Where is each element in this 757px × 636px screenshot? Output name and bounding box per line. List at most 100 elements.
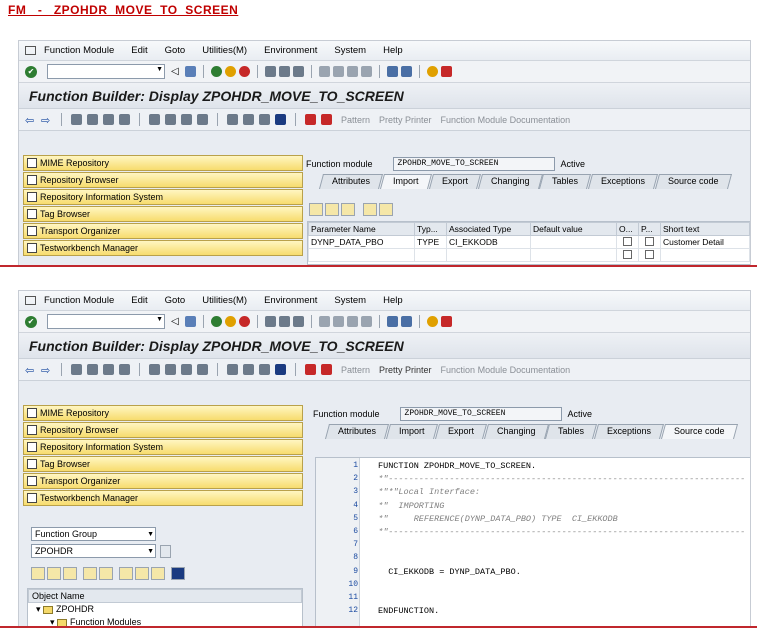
col-parameter-name[interactable]: Parameter Name [308, 222, 415, 236]
code-line[interactable]: 2 *"-------------------------------------… [316, 473, 750, 485]
new-session-icon[interactable] [387, 316, 398, 327]
print-icon[interactable] [265, 316, 276, 327]
menu-goto[interactable]: Goto [165, 45, 186, 56]
pattern-icon[interactable] [305, 364, 316, 375]
save-icon[interactable] [185, 66, 196, 77]
chevron-down-icon[interactable]: ▼ [156, 66, 163, 73]
code-line[interactable]: 10 [316, 579, 750, 591]
code-line[interactable]: 3 *"*"Local Interface: [316, 486, 750, 498]
code-text[interactable]: *"*"Local Interface: [378, 486, 480, 498]
tab-import[interactable]: Import [380, 174, 432, 189]
copy-icon[interactable] [325, 203, 339, 216]
window-menu-icon[interactable] [25, 46, 36, 55]
cancel-icon[interactable] [239, 66, 250, 77]
expand-icon[interactable] [83, 567, 97, 580]
pattern-icon[interactable] [305, 114, 316, 125]
menu-edit[interactable]: Edit [131, 45, 147, 56]
shortcut-icon[interactable] [401, 66, 412, 77]
menu-goto[interactable]: Goto [165, 295, 186, 306]
last-page-icon[interactable] [361, 66, 372, 77]
menu-environment[interactable]: Environment [264, 295, 317, 306]
code-text[interactable]: *"--------------------------------------… [378, 526, 745, 538]
nav-forward-icon[interactable] [47, 567, 61, 580]
exit-icon[interactable] [225, 316, 236, 327]
code-line[interactable]: 5 *" REFERENCE(DYNP_DATA_PBO) TYPE CI_EKK… [316, 513, 750, 525]
cancel-icon[interactable] [239, 316, 250, 327]
menu-function-module[interactable]: Function Module [44, 295, 114, 306]
pattern-button[interactable]: Pattern [341, 365, 370, 375]
tab-exceptions[interactable]: Exceptions [588, 174, 659, 189]
col-short-text[interactable]: Short text [660, 222, 750, 236]
activate-icon[interactable] [119, 364, 130, 375]
object-list-icon[interactable] [181, 364, 192, 375]
menu-environment[interactable]: Environment [264, 45, 317, 56]
param-name-cell[interactable]: DYNP_DATA_PBO [308, 235, 415, 249]
back-arrow-icon[interactable]: ⇦ [25, 364, 36, 377]
display-change-icon[interactable] [71, 114, 82, 125]
display-object-icon[interactable] [160, 544, 171, 558]
code-text[interactable]: FUNCTION ZPOHDR_MOVE_TO_SCREEN. [378, 460, 536, 472]
col-pass-value[interactable]: P... [638, 222, 661, 236]
menu-function-module[interactable]: Function Module [44, 45, 114, 56]
other-object-icon[interactable] [87, 114, 98, 125]
last-page-icon[interactable] [361, 316, 372, 327]
collapse-icon[interactable] [99, 567, 113, 580]
first-page-icon[interactable] [319, 316, 330, 327]
nav-up-icon[interactable] [63, 567, 77, 580]
optional-checkbox[interactable] [623, 249, 632, 259]
back-icon[interactable] [211, 66, 222, 77]
shortcut-icon[interactable] [401, 316, 412, 327]
info-icon[interactable] [275, 364, 286, 375]
chevron-down-icon[interactable]: ▼ [147, 529, 154, 541]
find-next-icon[interactable] [293, 66, 304, 77]
code-text[interactable]: CI_EKKODB = DYNP_DATA_PBO. [378, 566, 521, 578]
where-used-icon[interactable] [165, 364, 176, 375]
command-field[interactable]: ▼ [47, 314, 165, 329]
tab-source-code[interactable]: Source code [661, 424, 738, 439]
tree-icon[interactable] [119, 567, 133, 580]
code-text[interactable]: *"--------------------------------------… [378, 473, 745, 485]
tab-tables[interactable]: Tables [545, 424, 598, 439]
back-icon[interactable] [211, 316, 222, 327]
code-line[interactable]: 4 *" IMPORTING [316, 500, 750, 512]
worklist-icon[interactable] [243, 114, 254, 125]
nav-repository-browser[interactable]: Repository Browser [23, 422, 303, 438]
menu-help[interactable]: Help [383, 295, 403, 306]
forward-arrow-icon[interactable]: ⇨ [41, 364, 52, 377]
pretty-printer-button[interactable]: Pretty Printer [379, 115, 432, 125]
nav-mime-repository[interactable]: MIME Repository [23, 405, 303, 421]
other-object-icon[interactable] [87, 364, 98, 375]
nav-transport-organizer[interactable]: Transport Organizer [23, 473, 303, 489]
fm-documentation-button[interactable]: Function Module Documentation [441, 365, 571, 375]
navigation-icon[interactable] [197, 114, 208, 125]
worklist-icon[interactable] [243, 364, 254, 375]
new-session-icon[interactable] [387, 66, 398, 77]
check-icon[interactable] [103, 114, 114, 125]
short-text-cell[interactable]: Customer Detail [660, 235, 750, 249]
chevron-down-icon[interactable]: ▼ [156, 316, 163, 323]
window-icon[interactable] [259, 114, 270, 125]
command-field[interactable]: ▼ [47, 64, 165, 79]
code-line[interactable]: 11 [316, 592, 750, 604]
paste-icon[interactable] [341, 203, 355, 216]
assoc-type-cell[interactable]: CI_EKKODB [446, 235, 531, 249]
code-text[interactable]: ENDFUNCTION. [378, 605, 439, 617]
tab-source-code[interactable]: Source code [655, 174, 732, 189]
tree-node-root[interactable]: ▾ ZPOHDR [28, 603, 302, 616]
activate-icon[interactable] [119, 114, 130, 125]
prev-page-icon[interactable] [333, 316, 344, 327]
menu-help[interactable]: Help [383, 45, 403, 56]
layout-icon[interactable] [441, 316, 452, 327]
menu-utilities[interactable]: Utilities(M) [202, 45, 247, 56]
code-line[interactable]: 6 *"-------------------------------------… [316, 526, 750, 538]
refresh-icon[interactable] [151, 567, 165, 580]
window-icon[interactable] [259, 364, 270, 375]
layout-icon[interactable] [441, 66, 452, 77]
code-text[interactable]: *" REFERENCE(DYNP_DATA_PBO) TYPE CI_EKKO… [378, 513, 618, 525]
back-small-icon[interactable]: ◁ [171, 316, 182, 327]
menu-utilities[interactable]: Utilities(M) [202, 295, 247, 306]
col-associated-type[interactable]: Associated Type [446, 222, 531, 236]
enter-check-icon[interactable]: ✔ [25, 315, 37, 328]
tab-exceptions[interactable]: Exceptions [594, 424, 665, 439]
nav-repository-info-system[interactable]: Repository Information System [23, 439, 303, 455]
